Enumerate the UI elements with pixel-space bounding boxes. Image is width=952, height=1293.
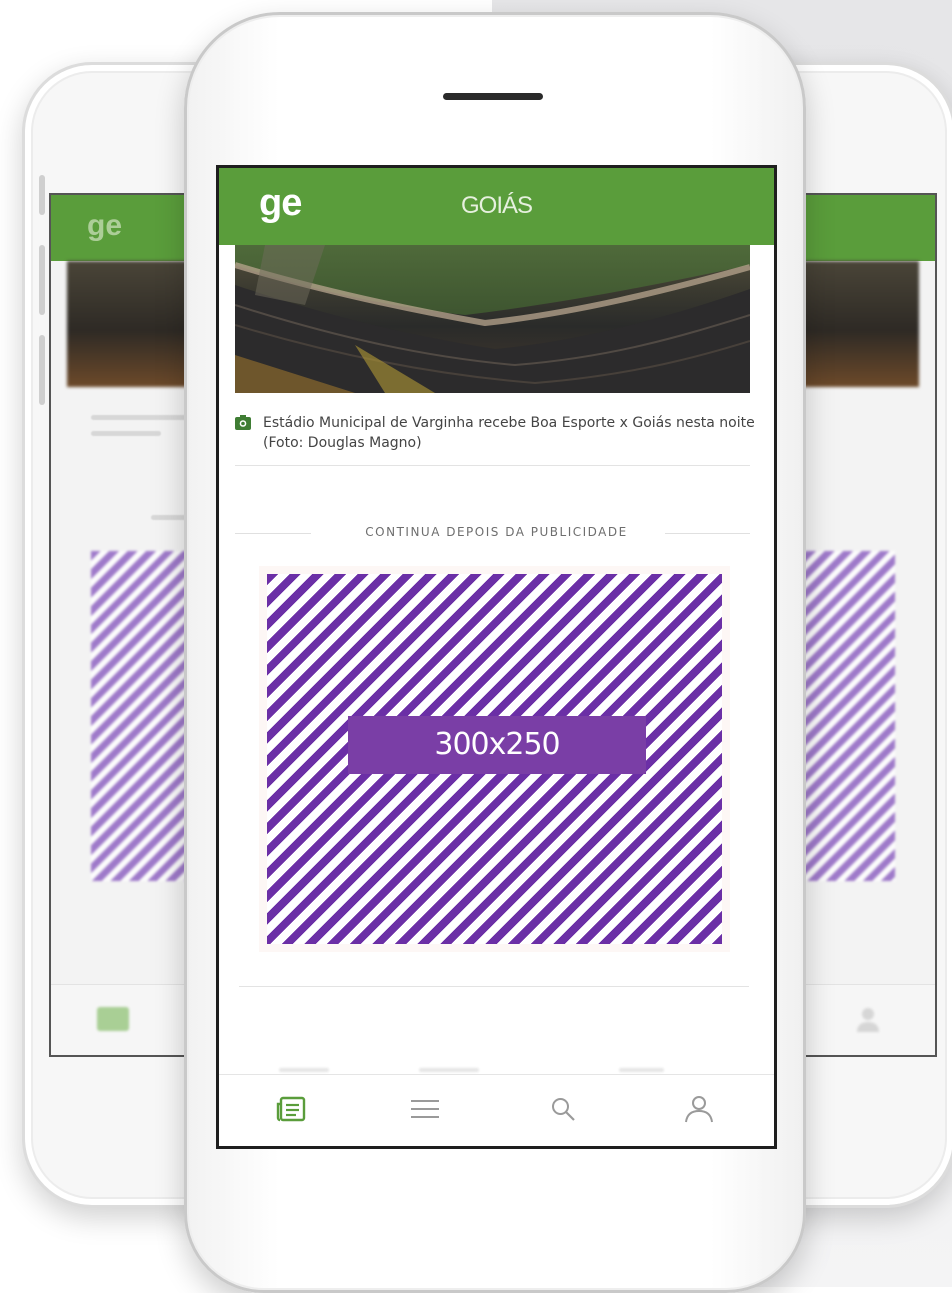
caption-text: Estádio Municipal de Varginha recebe Boa… bbox=[263, 415, 755, 451]
volume-down-button bbox=[39, 335, 45, 405]
divider bbox=[239, 986, 749, 987]
volume-up-button bbox=[39, 245, 45, 315]
front-phone: ge GOIÁS Estádio Municipal de Varginha r… bbox=[184, 12, 806, 1293]
app-screen: ge GOIÁS Estádio Municipal de Varginha r… bbox=[216, 165, 777, 1149]
tab-menu[interactable] bbox=[405, 1089, 445, 1129]
back-news-icon bbox=[97, 1007, 129, 1031]
section-title: GOIÁS bbox=[460, 192, 533, 219]
tab-search[interactable] bbox=[543, 1089, 583, 1129]
ad-label-rule-right bbox=[665, 533, 750, 534]
user-icon bbox=[685, 1096, 713, 1123]
ad-size-label: 300x250 bbox=[348, 716, 646, 774]
menu-icon bbox=[411, 1100, 439, 1118]
back-caption-line bbox=[91, 431, 161, 436]
news-icon bbox=[276, 1096, 306, 1122]
back-logo: ge bbox=[87, 209, 123, 242]
stadium-illustration bbox=[235, 245, 750, 393]
back-caption-line bbox=[91, 415, 191, 420]
speaker-grille bbox=[443, 93, 543, 100]
bottom-tabbar bbox=[219, 1074, 774, 1146]
mute-switch bbox=[39, 175, 45, 215]
next-content-hint bbox=[279, 1068, 329, 1072]
phone-chin bbox=[399, 1165, 589, 1255]
tab-account[interactable] bbox=[679, 1089, 719, 1129]
tab-news[interactable] bbox=[271, 1089, 311, 1129]
search-icon bbox=[552, 1098, 575, 1121]
camera-icon bbox=[235, 415, 251, 430]
next-content-hint bbox=[619, 1068, 664, 1072]
stadium-photo[interactable] bbox=[235, 245, 750, 393]
app-header: ge GOIÁS bbox=[219, 168, 774, 245]
next-content-hint bbox=[419, 1068, 479, 1072]
ad-label: CONTINUA DEPOIS DA PUBLICIDADE bbox=[365, 525, 628, 539]
back-user-icon bbox=[855, 1005, 881, 1033]
divider bbox=[235, 465, 750, 466]
